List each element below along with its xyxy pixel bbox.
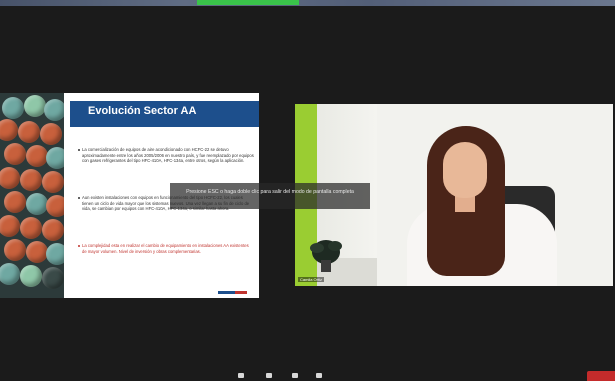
bottom-toolbar xyxy=(0,362,615,381)
meeting-screen: Evolución Sector AA La comercialización … xyxy=(0,0,615,381)
top-bar xyxy=(0,0,615,6)
cylinders-photo xyxy=(0,93,64,298)
bullet-dot xyxy=(78,197,80,199)
participants-icon[interactable] xyxy=(292,373,298,378)
fullscreen-notice: Presione ESC o haga doble clic para sali… xyxy=(170,183,370,209)
person-face xyxy=(443,142,487,198)
bullet-dot xyxy=(78,149,80,151)
slide-bullet-1: La comercialización de equipos de aire a… xyxy=(82,147,254,164)
camera-icon[interactable] xyxy=(266,373,272,378)
end-meeting-button[interactable] xyxy=(587,371,615,381)
slide-title: Evolución Sector AA xyxy=(88,105,197,117)
bullet-dot xyxy=(78,245,80,247)
share-icon[interactable] xyxy=(316,373,322,378)
participant-name: Camila Ortiz xyxy=(298,277,325,282)
mic-icon[interactable] xyxy=(238,373,244,378)
slide-footer-logo-red xyxy=(235,291,247,294)
plant-icon xyxy=(310,240,342,272)
top-indicator[interactable] xyxy=(197,0,299,5)
slide-bullet-3: La complejidad esta en realizar el cambi… xyxy=(82,243,249,254)
